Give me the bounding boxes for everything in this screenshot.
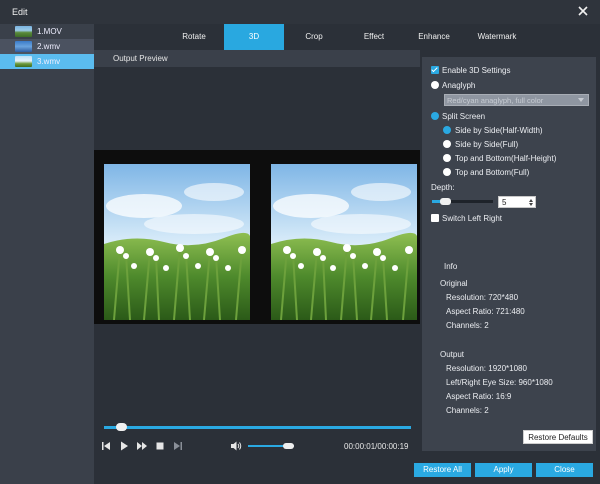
tab-effect[interactable]: Effect [344, 24, 404, 50]
video-thumbnail [15, 26, 32, 37]
seek-bar[interactable] [104, 426, 411, 429]
info-heading: Info [444, 262, 458, 271]
top-bottom-half-radio[interactable] [443, 154, 451, 162]
output-preview-label: Output Preview [113, 54, 168, 63]
spin-up-icon[interactable] [529, 199, 533, 202]
original-heading: Original [440, 279, 468, 288]
volume-handle[interactable] [283, 443, 294, 449]
output-channels: Channels: 2 [446, 406, 489, 415]
original-channels: Channels: 2 [446, 321, 489, 330]
side-by-side-full-label: Side by Side(Full) [455, 140, 519, 149]
edit-tabs: Rotate 3D Crop Effect Enhance Watermark [94, 24, 600, 50]
volume-level [248, 445, 286, 447]
side-by-side-half-radio[interactable] [443, 126, 451, 134]
file-name: 1.MOV [37, 27, 62, 36]
side-by-side-half-label: Side by Side(Half-Width) [455, 126, 543, 135]
file-item-1[interactable]: 1.MOV [0, 24, 94, 39]
window-title: Edit [12, 7, 28, 17]
depth-slider-handle[interactable] [440, 198, 451, 205]
restore-all-button[interactable]: Restore All [414, 463, 471, 477]
meadow-image [104, 164, 250, 320]
video-thumbnail [15, 56, 32, 67]
anaglyph-dropdown-value: Red/cyan anaglyph, full color [447, 96, 544, 105]
spin-down-icon[interactable] [529, 203, 533, 206]
depth-label: Depth: [431, 183, 455, 192]
depth-spinbox[interactable]: 5 [498, 196, 536, 208]
restore-defaults-button[interactable]: Restore Defaults [523, 430, 593, 444]
split-screen-radio[interactable] [431, 112, 439, 120]
switch-left-right-label: Switch Left Right [442, 214, 503, 223]
original-aspect-ratio: Aspect Ratio: 721:480 [446, 307, 525, 316]
skip-next-icon[interactable] [172, 440, 184, 452]
split-screen-label: Split Screen [442, 112, 486, 121]
play-icon[interactable] [118, 440, 130, 452]
meadow-image [271, 164, 417, 320]
file-name: 2.wmv [37, 42, 61, 51]
output-resolution: Resolution: 1920*1080 [446, 364, 527, 373]
file-item-3[interactable]: 3.wmv [0, 54, 94, 69]
seek-handle[interactable] [116, 423, 127, 431]
output-aspect-ratio: Aspect Ratio: 16:9 [446, 392, 512, 401]
volume-icon[interactable] [230, 440, 242, 452]
file-name: 3.wmv [37, 57, 61, 66]
tab-watermark[interactable]: Watermark [464, 24, 530, 50]
anaglyph-radio[interactable] [431, 81, 439, 89]
top-bottom-full-label: Top and Bottom(Full) [455, 168, 530, 177]
switch-left-right-checkbox[interactable] [431, 214, 439, 222]
tab-rotate[interactable]: Rotate [164, 24, 224, 50]
output-eye-size: Left/Right Eye Size: 960*1080 [446, 378, 553, 387]
tab-enhance[interactable]: Enhance [404, 24, 464, 50]
anaglyph-dropdown[interactable]: Red/cyan anaglyph, full color [444, 94, 589, 106]
top-bottom-half-label: Top and Bottom(Half-Height) [455, 154, 557, 163]
side-by-side-full-radio[interactable] [443, 140, 451, 148]
tab-3d[interactable]: 3D [224, 24, 284, 50]
video-preview [94, 67, 420, 429]
left-eye-view [104, 164, 250, 320]
output-preview-header: Output Preview [94, 50, 420, 67]
depth-value: 5 [502, 198, 507, 207]
title-bar: Edit [0, 0, 600, 24]
original-resolution: Resolution: 720*480 [446, 293, 519, 302]
output-heading: Output [440, 350, 465, 359]
right-eye-view [271, 164, 417, 320]
anaglyph-label: Anaglyph [442, 81, 476, 90]
next-frame-icon[interactable] [136, 440, 148, 452]
file-item-2[interactable]: 2.wmv [0, 39, 94, 54]
tab-crop[interactable]: Crop [284, 24, 344, 50]
enable-3d-checkbox[interactable] [431, 66, 439, 74]
close-icon[interactable] [576, 4, 590, 18]
skip-previous-icon[interactable] [100, 440, 112, 452]
apply-button[interactable]: Apply [475, 463, 532, 477]
top-bottom-full-radio[interactable] [443, 168, 451, 176]
file-list: 1.MOV 2.wmv 3.wmv [0, 24, 94, 484]
video-frame [94, 150, 420, 324]
stop-icon[interactable] [154, 440, 166, 452]
enable-3d-label: Enable 3D Settings [442, 66, 511, 75]
close-button[interactable]: Close [536, 463, 593, 477]
video-thumbnail [15, 41, 32, 52]
playback-time: 00:00:01/00:00:19 [344, 442, 409, 451]
chevron-down-icon [578, 98, 584, 102]
